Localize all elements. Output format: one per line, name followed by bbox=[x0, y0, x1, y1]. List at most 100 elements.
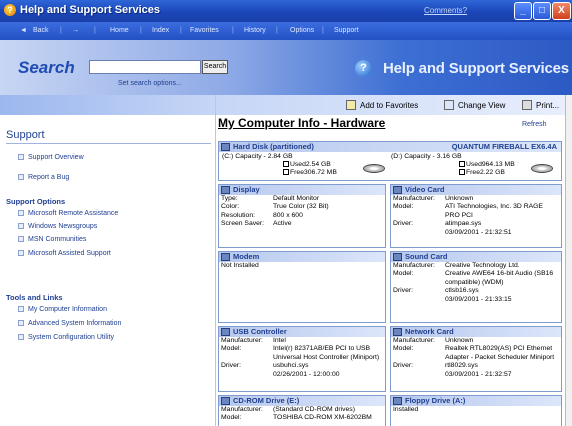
index-button[interactable]: Index bbox=[152, 27, 169, 34]
page-icon bbox=[18, 334, 24, 340]
view-icon bbox=[444, 100, 454, 110]
display-row: Screen Saver: Active bbox=[221, 220, 292, 228]
minimize-button[interactable]: _ bbox=[514, 2, 532, 20]
page-icon bbox=[18, 223, 24, 229]
nav-separator: | bbox=[180, 27, 182, 34]
usb-row: Manufacturer: Intel bbox=[221, 337, 286, 344]
favorites-button[interactable]: Favorites bbox=[190, 27, 219, 34]
support-options-heading: Support Options bbox=[6, 197, 66, 206]
change-view-button[interactable]: Change View bbox=[444, 100, 505, 110]
title-bar: ? Help and Support Services Comments? _ … bbox=[0, 0, 572, 22]
print-button[interactable]: Print... bbox=[522, 100, 559, 110]
help-app-icon: ? bbox=[4, 4, 16, 16]
main-toolbar: Add to Favorites Change View Print... bbox=[216, 95, 566, 115]
network-card-header: Network Card bbox=[391, 327, 561, 337]
page-icon bbox=[18, 250, 24, 256]
display-row: Color: True Color (32 Bit) bbox=[221, 203, 329, 211]
comments-link[interactable]: Comments? bbox=[424, 6, 467, 15]
sidebar-item-support-overview[interactable]: Support Overview bbox=[18, 154, 84, 161]
vertical-scrollbar[interactable] bbox=[565, 95, 572, 426]
page-title: My Computer Info - Hardware bbox=[218, 116, 386, 130]
sound-row: Manufacturer: Creative Technology Ltd. bbox=[393, 262, 520, 269]
close-button[interactable]: X bbox=[552, 2, 571, 20]
nav-separator: | bbox=[60, 27, 62, 34]
d-drive-capacity: (D:) Capacity - 3.16 GB bbox=[391, 153, 462, 160]
hard-disk-panel: Hard Disk (partitioned) QUANTUM FIREBALL … bbox=[218, 141, 562, 181]
search-button[interactable]: Search bbox=[202, 60, 228, 74]
network-row: 03/09/2001 - 21:32:57 bbox=[445, 370, 512, 378]
tools-links-heading: Tools and Links bbox=[6, 293, 63, 302]
video-row: Manufacturer: Unknown bbox=[393, 195, 474, 202]
sidebar-item-system-config[interactable]: System Configuration Utility bbox=[18, 334, 114, 341]
nav-separator: | bbox=[322, 27, 324, 34]
floppy-icon bbox=[393, 397, 402, 405]
sound-row: 03/09/2001 - 21:33:15 bbox=[445, 295, 512, 303]
usb-row: Driver: usbuhci.sys bbox=[221, 362, 309, 370]
brand-title: Help and Support Services bbox=[383, 60, 569, 77]
sound-card-icon bbox=[393, 253, 402, 261]
add-favorites-button[interactable]: Add to Favorites bbox=[346, 100, 418, 110]
d-drive-pie-icon bbox=[531, 164, 553, 173]
search-bar: Search Search Set search options... ? He… bbox=[0, 40, 572, 95]
cdrom-header: CD-ROM Drive (E:) bbox=[219, 396, 385, 406]
video-card-header: Video Card bbox=[391, 185, 561, 195]
cdrom-icon bbox=[221, 397, 230, 405]
network-card-panel: Network Card Manufacturer: Unknown Model:… bbox=[390, 326, 562, 392]
search-input[interactable] bbox=[89, 60, 201, 74]
back-arrow-icon[interactable]: ◄ bbox=[20, 27, 27, 34]
modem-panel: Modem Not Installed bbox=[218, 251, 386, 323]
page-icon bbox=[18, 236, 24, 242]
display-row: Type: Default Monitor bbox=[221, 195, 320, 202]
sidebar-item-assisted-support[interactable]: Microsoft Assisted Support bbox=[18, 250, 111, 257]
usb-row: Model: Intel(r) 82371AB/EB PCI to USB Uni… bbox=[221, 345, 380, 361]
c-drive-pie-icon bbox=[363, 164, 385, 173]
nav-separator: | bbox=[140, 27, 142, 34]
c-drive-free: Free306.72 MB bbox=[283, 169, 337, 177]
page-icon bbox=[18, 320, 24, 326]
support-button[interactable]: Support bbox=[334, 27, 359, 34]
sidebar-item-advanced-system-info[interactable]: Advanced System Information bbox=[18, 320, 121, 327]
search-label: Search bbox=[18, 58, 75, 77]
history-button[interactable]: History bbox=[244, 27, 266, 34]
sidebar-heading: Support bbox=[6, 129, 45, 141]
forward-button[interactable]: → bbox=[72, 27, 79, 34]
modem-status: Not Installed bbox=[221, 262, 259, 269]
network-row: Driver: rtl8029.sys bbox=[393, 362, 478, 370]
maximize-button[interactable]: □ bbox=[533, 2, 551, 20]
refresh-link[interactable]: Refresh bbox=[522, 121, 547, 128]
page-icon bbox=[18, 210, 24, 216]
sidebar-item-newsgroups[interactable]: Windows Newsgroups bbox=[18, 223, 97, 230]
video-row: Driver: atimpae.sys bbox=[393, 220, 482, 228]
network-row: Model: Realtek RTL8029(AS) PCI Ethernet A… bbox=[393, 345, 555, 361]
sidebar-item-report-bug[interactable]: Report a Bug bbox=[18, 174, 69, 181]
back-button[interactable]: Back bbox=[33, 27, 49, 34]
sidebar-item-my-computer-info[interactable]: My Computer Information bbox=[18, 306, 107, 313]
usb-icon bbox=[221, 328, 230, 336]
home-button[interactable]: Home bbox=[110, 27, 129, 34]
nav-separator: | bbox=[232, 27, 234, 34]
floppy-header: Floppy Drive (A:) bbox=[391, 396, 561, 406]
hard-disk-icon bbox=[221, 143, 230, 151]
sidebar-item-remote-assistance[interactable]: Microsoft Remote Assistance bbox=[18, 210, 118, 217]
d-drive-free: Free2.22 GB bbox=[459, 169, 505, 177]
sound-card-header: Sound Card bbox=[391, 252, 561, 262]
floppy-status: Installed bbox=[393, 406, 419, 413]
window-title: Help and Support Services bbox=[20, 4, 160, 16]
main-content: Add to Favorites Change View Print... My… bbox=[215, 95, 566, 426]
usb-row: 02/26/2001 - 12:00:00 bbox=[273, 370, 340, 378]
search-options-link[interactable]: Set search options... bbox=[118, 80, 182, 87]
video-row: 03/09/2001 - 21:32:51 bbox=[445, 228, 512, 236]
video-card-icon bbox=[393, 186, 402, 194]
usb-controller-panel: USB Controller Manufacturer: Intel Model:… bbox=[218, 326, 386, 392]
sidebar-item-msn-communities[interactable]: MSN Communities bbox=[18, 236, 86, 243]
sidebar-divider bbox=[6, 143, 211, 144]
sidebar: Support Support Overview Report a Bug Su… bbox=[0, 95, 215, 426]
floppy-panel: Floppy Drive (A:) Installed bbox=[390, 395, 562, 426]
sidebar-header-strip bbox=[0, 95, 215, 115]
network-row: Manufacturer: Unknown bbox=[393, 337, 474, 344]
network-card-icon bbox=[393, 328, 402, 336]
cdrom-row: Manufacturer: (Standard CD-ROM drives) bbox=[221, 406, 355, 413]
options-button[interactable]: Options bbox=[290, 27, 314, 34]
modem-icon bbox=[221, 253, 230, 261]
modem-header: Modem bbox=[219, 252, 385, 262]
